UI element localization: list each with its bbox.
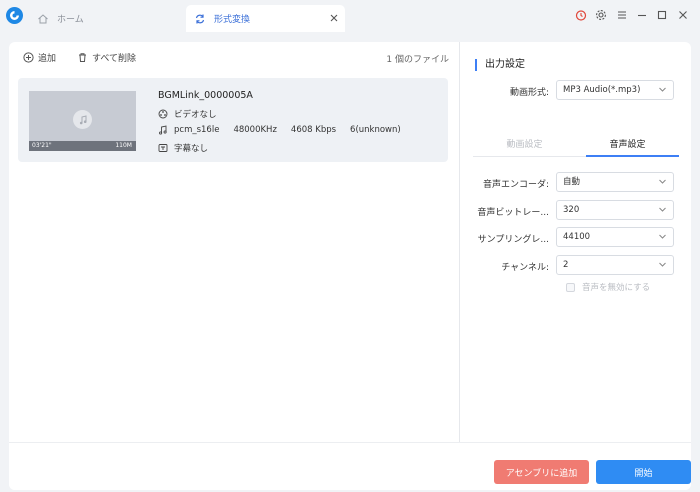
start-button[interactable]: 開始 bbox=[596, 460, 691, 484]
subtitle-icon bbox=[158, 144, 168, 152]
disable-audio-label: 音声を無効にする bbox=[582, 283, 651, 293]
channel-value: 2 bbox=[563, 260, 569, 270]
tab-audio-settings[interactable]: 音声設定 bbox=[576, 137, 679, 150]
delete-all-button[interactable]: すべて削除 bbox=[77, 51, 136, 64]
audio-codec: pcm_s16le bbox=[174, 125, 220, 135]
sampling-rate-value: 44100 bbox=[563, 232, 591, 242]
minimize-icon[interactable] bbox=[636, 9, 648, 21]
footer-bar: アセンブリに追加 開始 bbox=[9, 442, 691, 490]
bitrate-select[interactable]: 320 bbox=[556, 200, 674, 220]
output-settings-panel: 出力設定 動画形式: MP3 Audio(*.mp3) 動画設定 音声設定 音声… bbox=[459, 42, 691, 442]
add-button[interactable]: 追加 bbox=[23, 51, 56, 64]
home-icon bbox=[38, 13, 48, 23]
menu-icon[interactable] bbox=[616, 9, 628, 21]
title-bar: ホーム 形式変換 bbox=[0, 0, 700, 36]
disable-audio-option[interactable]: 音声を無効にする bbox=[566, 281, 650, 293]
audio-sample-rate: 48000KHz bbox=[233, 125, 277, 135]
tab-close-icon[interactable] bbox=[329, 13, 339, 23]
chevron-down-icon bbox=[659, 234, 666, 239]
disable-audio-checkbox[interactable] bbox=[566, 282, 575, 292]
file-item[interactable]: 03'21" 110M BGMLink_0000005A ビデオなし pcm_s… bbox=[18, 78, 448, 162]
active-tab-indicator bbox=[586, 155, 679, 157]
tab-home-label: ホーム bbox=[57, 15, 84, 25]
sampling-rate-label: サンプリングレ... bbox=[477, 235, 549, 245]
file-duration: 03'21" bbox=[32, 142, 52, 149]
sampling-rate-select[interactable]: 44100 bbox=[556, 227, 674, 247]
format-label: 動画形式: bbox=[509, 88, 549, 98]
bitrate-value: 320 bbox=[563, 205, 580, 215]
chevron-down-icon bbox=[659, 87, 666, 92]
file-size: 110M bbox=[115, 142, 132, 149]
tab-format-convert[interactable]: 形式変換 bbox=[186, 5, 345, 32]
settings-tabs: 動画設定 音声設定 bbox=[473, 130, 679, 157]
audio-channels: 6(unknown) bbox=[350, 125, 401, 135]
audio-bitrate: 4608 Kbps bbox=[290, 125, 337, 135]
timer-icon[interactable] bbox=[575, 9, 587, 21]
film-reel-icon bbox=[158, 109, 168, 119]
thumbnail-info-bar: 03'21" 110M bbox=[29, 141, 136, 151]
file-thumbnail: 03'21" 110M bbox=[29, 91, 136, 151]
subtitle-info: 字幕なし bbox=[174, 144, 209, 154]
encoder-value: 自動 bbox=[563, 177, 581, 187]
encoder-select[interactable]: 自動 bbox=[556, 172, 674, 192]
music-note-icon bbox=[73, 110, 92, 129]
channel-select[interactable]: 2 bbox=[556, 255, 674, 275]
output-settings-title: 出力設定 bbox=[475, 59, 525, 71]
audio-info-row: pcm_s16le 48000KHz 4608 Kbps 6(unknown) bbox=[158, 125, 401, 135]
bitrate-label: 音声ビットレー... bbox=[477, 208, 549, 218]
file-name: BGMLink_0000005A bbox=[158, 90, 253, 101]
channel-label: チャンネル: bbox=[501, 263, 549, 273]
chevron-down-icon bbox=[659, 207, 666, 212]
video-info: ビデオなし bbox=[174, 110, 217, 120]
main-panel: 追加 すべて削除 1 個のファイル 03'21" 110M BGMLink_00… bbox=[9, 42, 691, 490]
file-toolbar: 追加 すべて削除 1 個のファイル bbox=[9, 42, 459, 72]
maximize-icon[interactable] bbox=[656, 9, 668, 21]
tab-video-settings[interactable]: 動画設定 bbox=[473, 137, 576, 150]
add-to-assembly-button[interactable]: アセンブリに追加 bbox=[494, 460, 589, 484]
audio-note-icon bbox=[159, 125, 167, 135]
format-select[interactable]: MP3 Audio(*.mp3) bbox=[556, 80, 674, 100]
format-value: MP3 Audio(*.mp3) bbox=[563, 85, 641, 95]
convert-icon bbox=[195, 14, 205, 23]
app-logo-icon bbox=[6, 7, 23, 24]
plus-circle-icon bbox=[23, 52, 34, 63]
delete-all-label: すべて削除 bbox=[92, 54, 137, 64]
tab-home[interactable]: ホーム bbox=[33, 5, 173, 32]
close-icon[interactable] bbox=[677, 9, 689, 21]
gear-icon[interactable] bbox=[595, 9, 607, 21]
encoder-label: 音声エンコーダ: bbox=[482, 180, 549, 190]
add-button-label: 追加 bbox=[38, 54, 57, 64]
video-info-row: ビデオなし bbox=[158, 108, 217, 120]
tab-format-convert-label: 形式変換 bbox=[214, 15, 251, 25]
file-count: 1 個のファイル bbox=[386, 55, 449, 65]
subtitle-info-row: 字幕なし bbox=[158, 142, 208, 154]
trash-icon bbox=[79, 53, 86, 62]
chevron-down-icon bbox=[659, 262, 666, 267]
chevron-down-icon bbox=[659, 179, 666, 184]
